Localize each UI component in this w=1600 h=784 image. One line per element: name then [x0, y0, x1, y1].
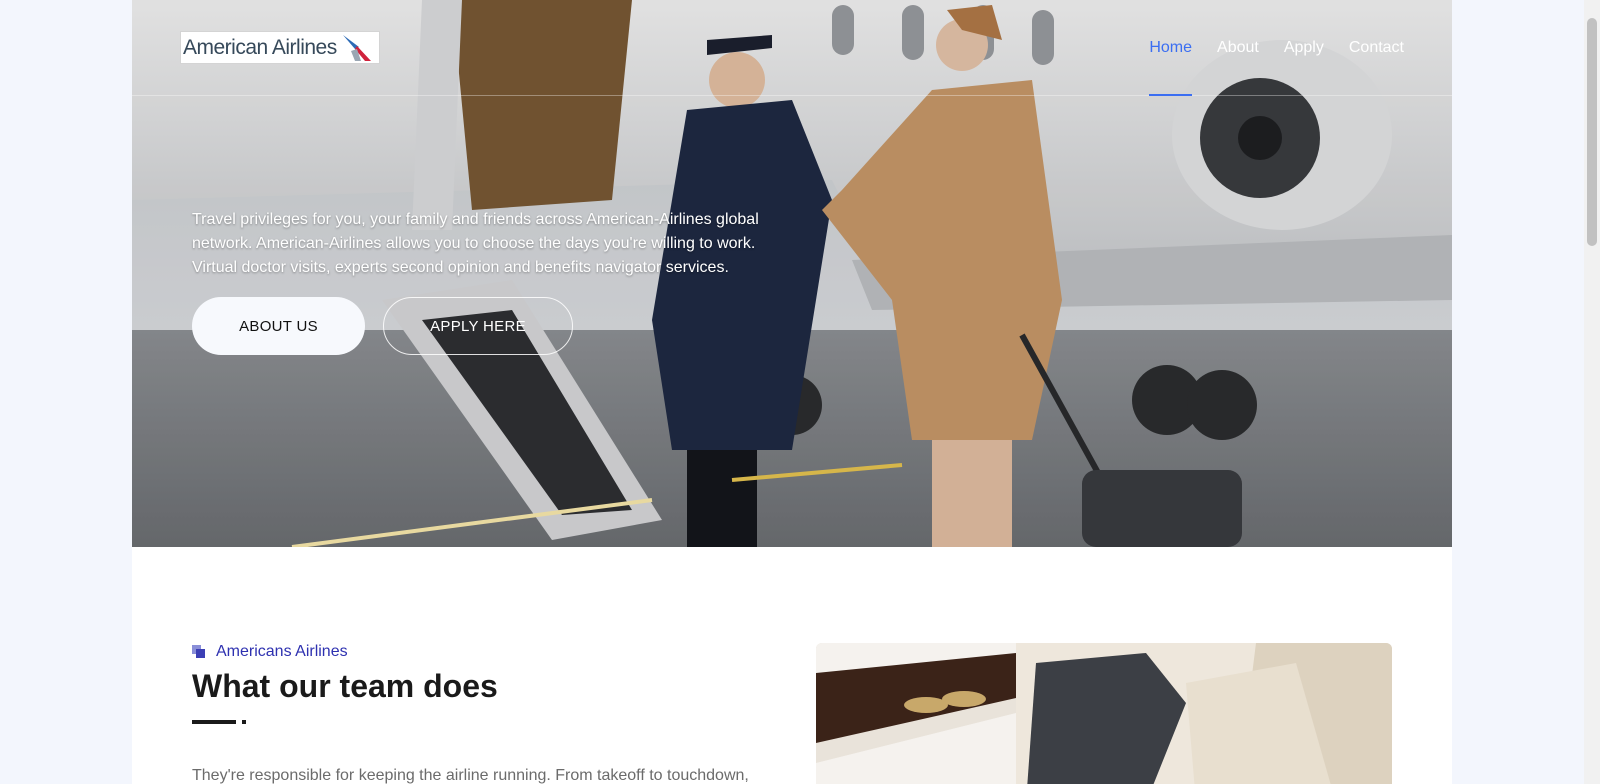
- nav-item-contact[interactable]: Contact: [1349, 38, 1404, 96]
- section-body: They're responsible for keeping the airl…: [192, 767, 749, 784]
- hero-description: Travel privileges for you, your family a…: [192, 211, 759, 276]
- title-underline-dot: [242, 720, 246, 724]
- logo-wordmark: American Airlines: [183, 35, 337, 59]
- page: American Airlines Home About Apply Conta…: [132, 0, 1452, 784]
- main-nav: Home About Apply Contact: [1149, 38, 1404, 96]
- section-eyebrow: Americans Airlines: [192, 643, 348, 661]
- nav-item-about[interactable]: About: [1217, 38, 1259, 96]
- vertical-scrollbar[interactable]: [1584, 0, 1600, 784]
- logo[interactable]: American Airlines: [180, 31, 380, 64]
- squares-icon: [192, 645, 206, 659]
- section-title: What our team does: [192, 668, 498, 704]
- nav-item-apply[interactable]: Apply: [1284, 38, 1324, 96]
- american-airlines-flight-symbol-icon: [342, 34, 371, 61]
- hero-banner: American Airlines Home About Apply Conta…: [132, 0, 1452, 547]
- title-underline: [192, 720, 236, 724]
- nav-item-home[interactable]: Home: [1149, 38, 1192, 96]
- eyebrow-label: Americans Airlines: [216, 643, 348, 660]
- cabin-photo: [816, 643, 1392, 784]
- about-us-button[interactable]: ABOUT US: [192, 297, 365, 355]
- apply-here-button[interactable]: APPLY HERE: [383, 297, 573, 355]
- scrollbar-thumb[interactable]: [1587, 18, 1597, 246]
- cabin-illustration: [816, 643, 1392, 784]
